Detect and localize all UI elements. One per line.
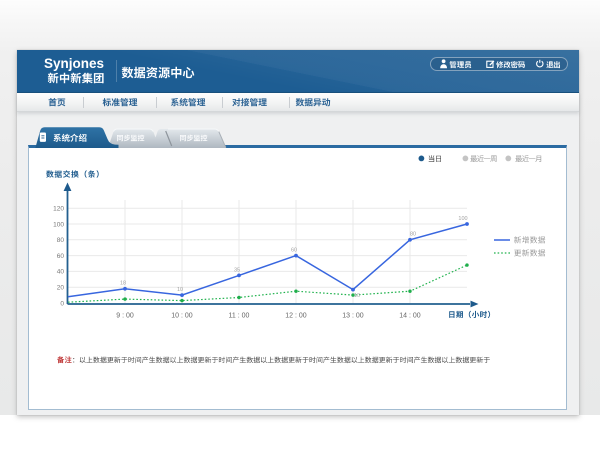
svg-text:9 : 00: 9 : 00 <box>116 312 134 319</box>
svg-text:12 : 00: 12 : 00 <box>285 312 307 319</box>
svg-text:35: 35 <box>234 268 240 274</box>
svg-text:80: 80 <box>57 237 65 244</box>
svg-text:60: 60 <box>57 253 65 260</box>
svg-text:10: 10 <box>354 293 360 299</box>
svg-text:13 : 00: 13 : 00 <box>342 312 364 319</box>
svg-text:10 : 00: 10 : 00 <box>171 312 193 319</box>
svg-text:10: 10 <box>177 287 183 293</box>
svg-text:100: 100 <box>458 216 467 222</box>
svg-text:18: 18 <box>120 281 126 287</box>
svg-text:20: 20 <box>57 285 65 292</box>
svg-text:11 : 00: 11 : 00 <box>229 312 250 319</box>
svg-text:60: 60 <box>291 248 297 254</box>
svg-text:100: 100 <box>53 221 64 228</box>
svg-text:120: 120 <box>53 206 64 213</box>
svg-text:80: 80 <box>410 232 416 238</box>
svg-text:40: 40 <box>57 269 65 276</box>
svg-text:0: 0 <box>60 300 64 307</box>
svg-text:14 : 00: 14 : 00 <box>399 312 421 319</box>
